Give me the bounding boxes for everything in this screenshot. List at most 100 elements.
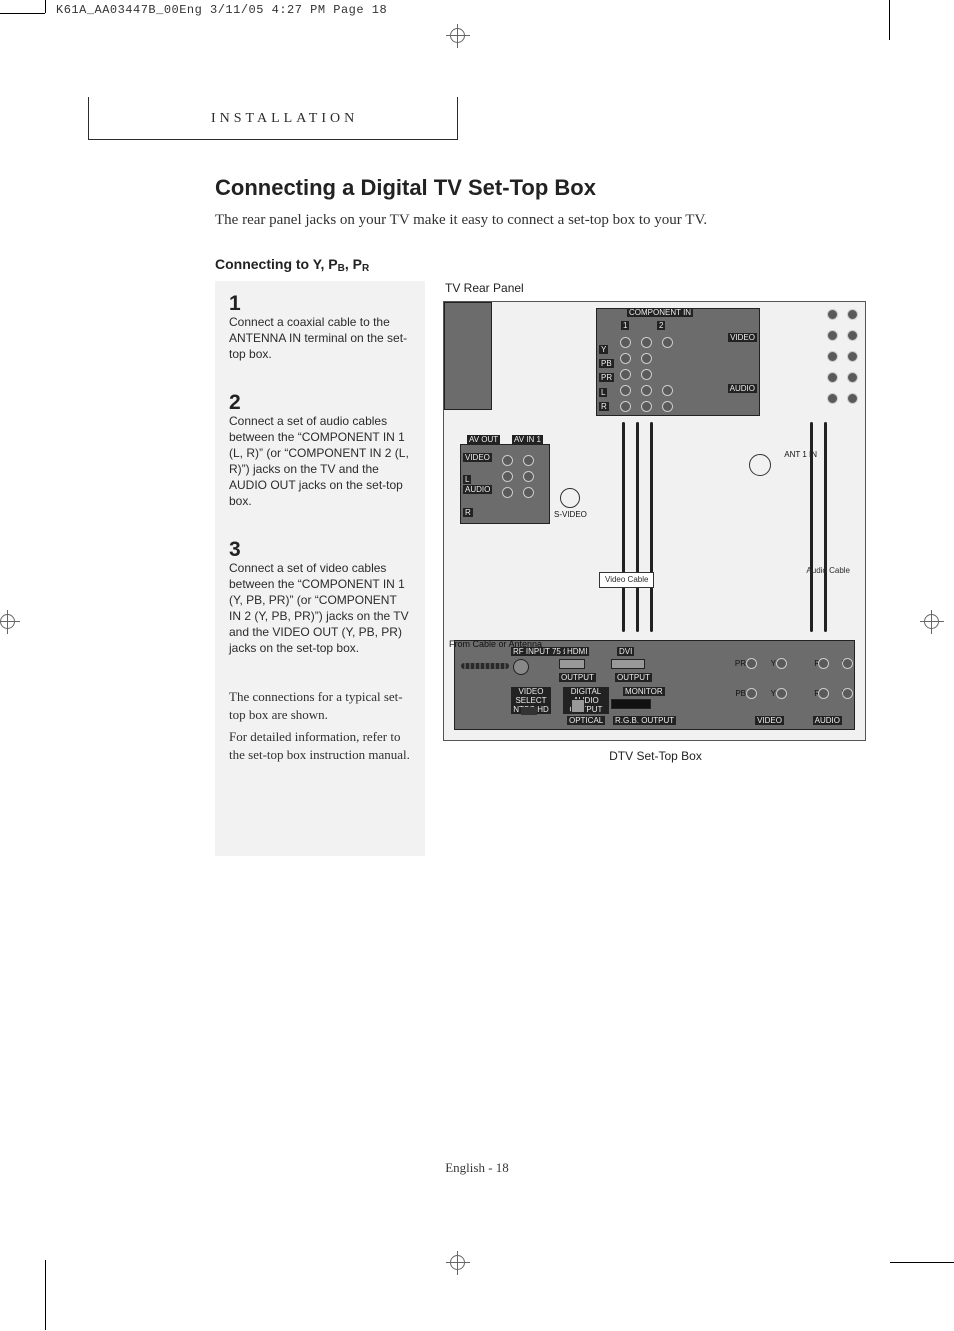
- jack-icon: [662, 401, 673, 412]
- two-column-layout: 1 Connect a coaxial cable to the ANTENNA…: [215, 281, 866, 856]
- jack-icon: [641, 353, 652, 364]
- crop-mark: [889, 0, 890, 40]
- jack-icon: [847, 309, 858, 320]
- jack-icon: [641, 369, 652, 380]
- jack-icon: [620, 401, 631, 412]
- label-y: Y: [599, 345, 608, 354]
- label-svideo: S-VIDEO: [554, 510, 587, 519]
- jack-icon: [827, 351, 838, 362]
- label-video: VIDEO: [728, 333, 757, 342]
- step-number: 2: [229, 392, 411, 413]
- jack-icon: [523, 487, 534, 498]
- subheading: Connecting to Y, PB, PR: [215, 256, 866, 275]
- section-tab-label: Installation: [211, 111, 358, 126]
- label-av-out: AV OUT: [467, 435, 500, 444]
- jack-icon: [620, 385, 631, 396]
- step-text: Connect a coaxial cable to the ANTENNA I…: [229, 314, 411, 362]
- jack-icon: [746, 658, 757, 669]
- jack-row: [619, 336, 674, 349]
- audio-cable: [810, 422, 813, 632]
- jack-icon: [502, 471, 513, 482]
- settop-box-panel: From Cable or Antenna RF INPUT 75 Ω HDMI…: [454, 640, 855, 730]
- jack-row: [619, 400, 674, 413]
- jack-icon: [641, 337, 652, 348]
- jack-icon: [847, 393, 858, 404]
- note-line-2: For detailed information, refer to the s…: [229, 728, 411, 764]
- jack-icon: [641, 385, 652, 396]
- jack-icon: [523, 471, 534, 482]
- subheading-part: Connecting to Y, P: [215, 256, 338, 272]
- label-audio: AUDIO: [728, 384, 757, 393]
- crop-mark: [890, 1262, 954, 1263]
- video-cable: [650, 422, 653, 632]
- label-pb: PB: [735, 689, 746, 698]
- label-r: R: [599, 402, 609, 411]
- label-output: OUTPUT: [615, 673, 652, 682]
- tv-component-panel: COMPONENT IN 1 2 VIDEO AUDIO Y PB PR L R: [596, 308, 760, 416]
- label-col1: 1: [621, 321, 629, 330]
- monitor-port-icon: [611, 699, 651, 709]
- print-header: K61A_AA03447B_00Eng 3/11/05 4:27 PM Page…: [56, 3, 387, 17]
- jack-icon: [620, 369, 631, 380]
- intro-text: The rear panel jacks on your TV make it …: [215, 210, 866, 230]
- jack-row: [501, 470, 535, 483]
- label-output: OUTPUT: [559, 673, 596, 682]
- jack-icon: [620, 353, 631, 364]
- step-number: 1: [229, 293, 411, 314]
- tv-av-panel: AV OUT AV IN 1 VIDEO L AUDIO R: [460, 444, 550, 524]
- jack-icon: [502, 455, 513, 466]
- figure-label-top: TV Rear Panel: [445, 281, 866, 295]
- step-2: 2 Connect a set of audio cables between …: [229, 392, 411, 509]
- label-digital-audio: DIGITAL AUDIO OUTPUT: [563, 687, 609, 714]
- step-number: 3: [229, 539, 411, 560]
- label-pr: PR: [599, 373, 614, 382]
- page-footer: English - 18: [0, 1161, 954, 1175]
- jack-icon: [842, 688, 853, 699]
- step-3: 3 Connect a set of video cables between …: [229, 539, 411, 656]
- label-audio-cable: Audio Cable: [801, 564, 855, 578]
- coax-cable-icon: [461, 663, 509, 669]
- jack-icon: [827, 309, 838, 320]
- video-cable: [636, 422, 639, 632]
- subheading-part: , P: [345, 256, 362, 272]
- dvi-port-icon: [611, 659, 645, 669]
- page-title: Connecting a Digital TV Set-Top Box: [215, 176, 866, 200]
- registration-mark-icon: [0, 610, 20, 634]
- label-audio: AUDIO: [813, 716, 842, 725]
- jack-icon: [662, 337, 673, 348]
- jack-icon: [620, 337, 631, 348]
- connection-diagram: COMPONENT IN 1 2 VIDEO AUDIO Y PB PR L R: [443, 301, 866, 741]
- step-1: 1 Connect a coaxial cable to the ANTENNA…: [229, 293, 411, 362]
- coax-jack-icon: [513, 659, 529, 675]
- jack-icon: [662, 385, 673, 396]
- jack-icon: [776, 688, 787, 699]
- label-l: L: [599, 388, 607, 397]
- hdmi-port-icon: [559, 659, 585, 669]
- step-text: Connect a set of audio cables between th…: [229, 413, 411, 509]
- jack-icon: [776, 658, 787, 669]
- subscript: B: [338, 263, 345, 274]
- label-rf-input: RF INPUT 75 Ω: [511, 647, 571, 656]
- jack-row: [619, 368, 674, 381]
- steps-column: 1 Connect a coaxial cable to the ANTENNA…: [215, 281, 425, 856]
- svideo-jack: [560, 488, 580, 508]
- jack-icon: [847, 351, 858, 362]
- registration-mark-icon: [920, 610, 944, 634]
- crop-mark: [45, 0, 46, 13]
- figure-label-bottom: DTV Set-Top Box: [445, 749, 866, 763]
- jack-icon: [523, 455, 534, 466]
- jack-row: [501, 486, 535, 499]
- jack-icon: [827, 393, 838, 404]
- label-monitor: MONITOR: [623, 687, 665, 696]
- label-component-in: COMPONENT IN: [627, 308, 693, 317]
- jack-icon: [827, 372, 838, 383]
- registration-mark-icon: [446, 24, 470, 48]
- antenna-jack: [749, 454, 771, 476]
- label-dvi: DVI: [617, 647, 634, 656]
- jack-icon: [847, 372, 858, 383]
- registration-mark-icon: [446, 1251, 470, 1275]
- label-hdmi: HDMI: [565, 647, 589, 656]
- audio-cable: [824, 422, 827, 632]
- label-video-cable: Video Cable: [599, 572, 654, 588]
- step-text: Connect a set of video cables between th…: [229, 560, 411, 656]
